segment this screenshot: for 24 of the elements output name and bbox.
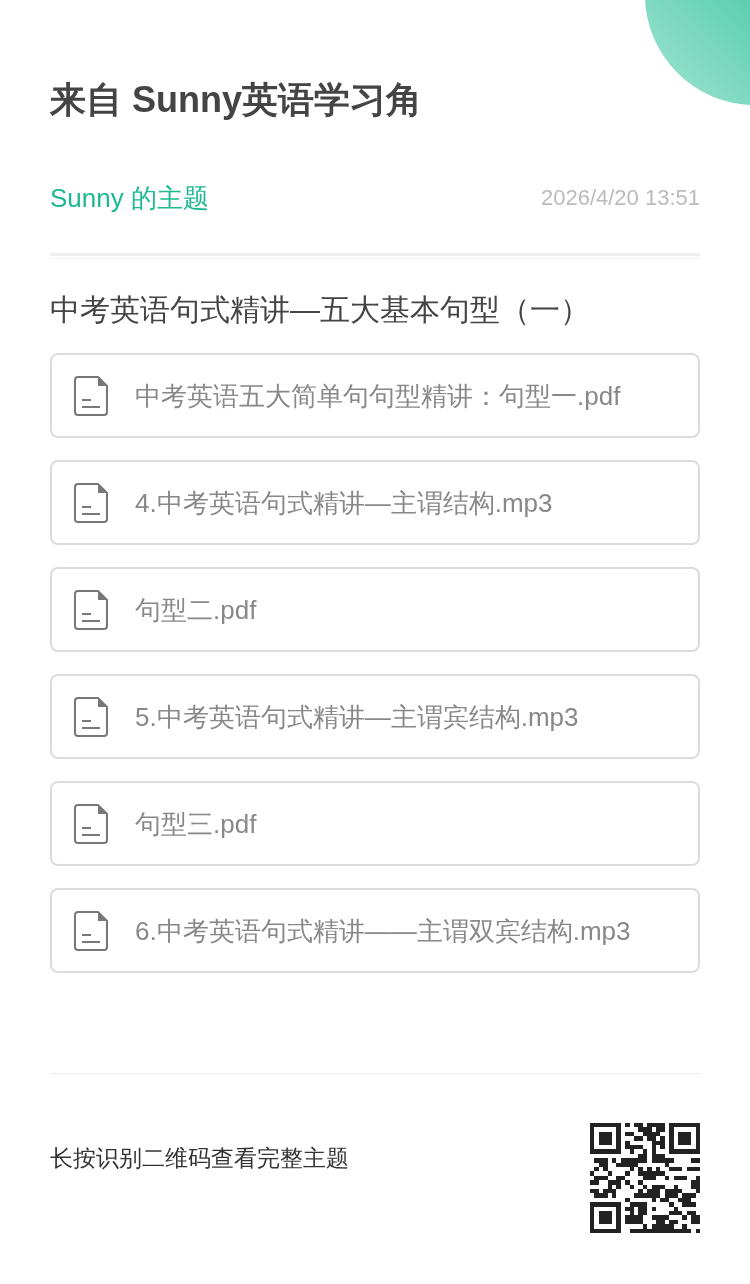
document-icon [74,910,108,951]
page-title: 来自 Sunny英语学习角 [50,78,423,122]
file-card[interactable]: 句型三.pdf [50,781,700,866]
file-name: 6.中考英语句式精讲——主谓双宾结构.mp3 [135,914,631,948]
file-card[interactable]: 句型二.pdf [50,567,700,652]
file-name: 中考英语五大简单句句型精讲：句型一.pdf [135,379,621,413]
document-icon [74,696,108,737]
file-card[interactable]: 中考英语五大简单句句型精讲：句型一.pdf [50,353,700,438]
document-icon [74,482,108,523]
post-date: 2026/4/20 13:51 [540,184,700,212]
qr-hint-text: 长按识别二维码查看完整主题 [50,1144,349,1173]
file-name: 4.中考英语句式精讲—主谓结构.mp3 [135,486,553,520]
file-name: 5.中考英语句式精讲—主谓宾结构.mp3 [135,700,579,734]
file-name: 句型二.pdf [135,593,257,627]
document-icon [74,803,108,844]
file-card[interactable]: 4.中考英语句式精讲—主谓结构.mp3 [50,460,700,545]
file-name: 句型三.pdf [135,807,257,841]
document-icon [74,375,108,416]
topic-title: 中考英语句式精讲—五大基本句型（一） [50,292,591,328]
file-card[interactable]: 5.中考英语句式精讲—主谓宾结构.mp3 [50,674,700,759]
author-link[interactable]: Sunny 的主题 [50,181,209,215]
qr-code-icon [590,1123,700,1233]
document-icon [74,589,108,630]
file-card[interactable]: 6.中考英语句式精讲——主谓双宾结构.mp3 [50,888,700,973]
